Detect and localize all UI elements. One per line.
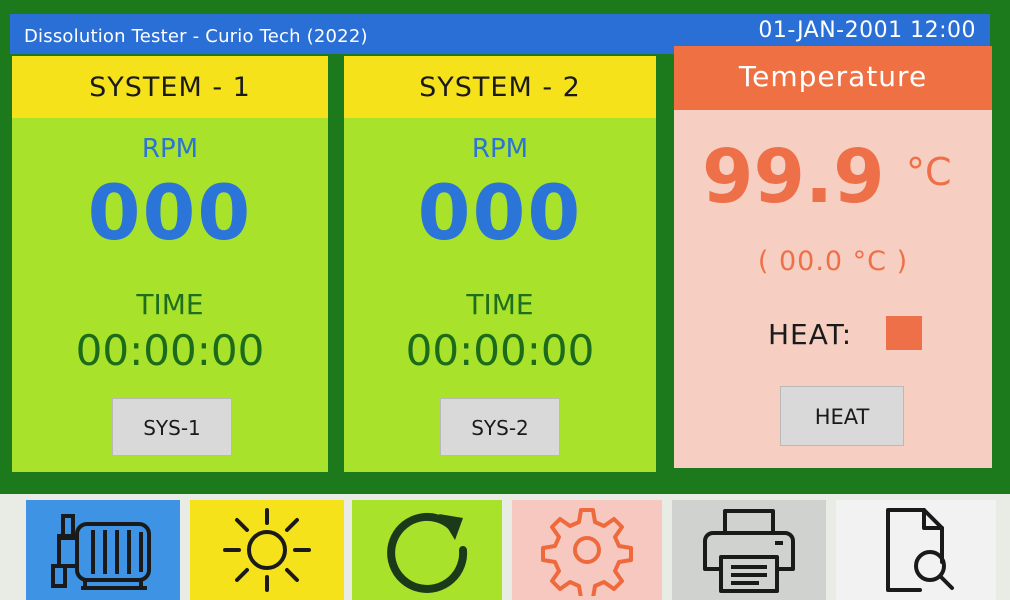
sun-icon xyxy=(223,508,311,592)
system-1-button[interactable]: SYS-1 xyxy=(112,398,232,456)
system-2-panel: SYSTEM - 2 RPM 000 TIME 00:00:00 SYS-2 xyxy=(344,56,656,472)
refresh-icon xyxy=(387,512,468,593)
date-time: 01-JAN-2001 12:00 xyxy=(758,18,976,43)
print-button[interactable] xyxy=(672,500,826,600)
settings-button[interactable] xyxy=(512,500,662,600)
system-2-time-value: 00:00:00 xyxy=(405,326,595,375)
report-button[interactable] xyxy=(836,500,996,600)
system-2-button[interactable]: SYS-2 xyxy=(440,398,560,456)
temperature-title: Temperature xyxy=(674,46,992,110)
temperature-setpoint: ( 00.0 °C ) xyxy=(757,246,909,277)
document-search-icon xyxy=(886,508,954,592)
system-1-title: SYSTEM - 1 xyxy=(12,56,328,118)
system-2-time-label: TIME xyxy=(466,288,534,321)
system-1-time-value: 00:00:00 xyxy=(75,326,265,375)
heat-label: HEAT: xyxy=(768,318,853,351)
printer-icon xyxy=(703,509,795,593)
gear-icon xyxy=(541,508,633,596)
system-1-time-label: TIME xyxy=(136,288,204,321)
temperature-value: 99.9 xyxy=(702,134,885,220)
system-2-rpm-value: 000 xyxy=(417,168,583,257)
bottom-toolbar xyxy=(0,494,1010,600)
system-1-panel: SYSTEM - 1 RPM 000 TIME 00:00:00 SYS-1 xyxy=(12,56,328,472)
temperature-unit: °C xyxy=(906,150,952,194)
motor-button[interactable] xyxy=(26,500,180,600)
system-2-rpm-label: RPM xyxy=(471,134,529,164)
motor-pump-icon xyxy=(51,514,151,590)
app-title: Dissolution Tester - Curio Tech (2022) xyxy=(24,26,368,47)
heat-status-indicator xyxy=(886,316,922,350)
heat-button[interactable]: HEAT xyxy=(780,386,904,446)
refresh-button[interactable] xyxy=(352,500,502,600)
light-button[interactable] xyxy=(190,500,344,600)
temperature-panel: Temperature 99.9 °C ( 00.0 °C ) HEAT: HE… xyxy=(674,46,992,468)
system-2-title: SYSTEM - 2 xyxy=(344,56,656,118)
system-1-rpm-label: RPM xyxy=(141,134,199,164)
system-1-rpm-value: 000 xyxy=(87,168,253,257)
